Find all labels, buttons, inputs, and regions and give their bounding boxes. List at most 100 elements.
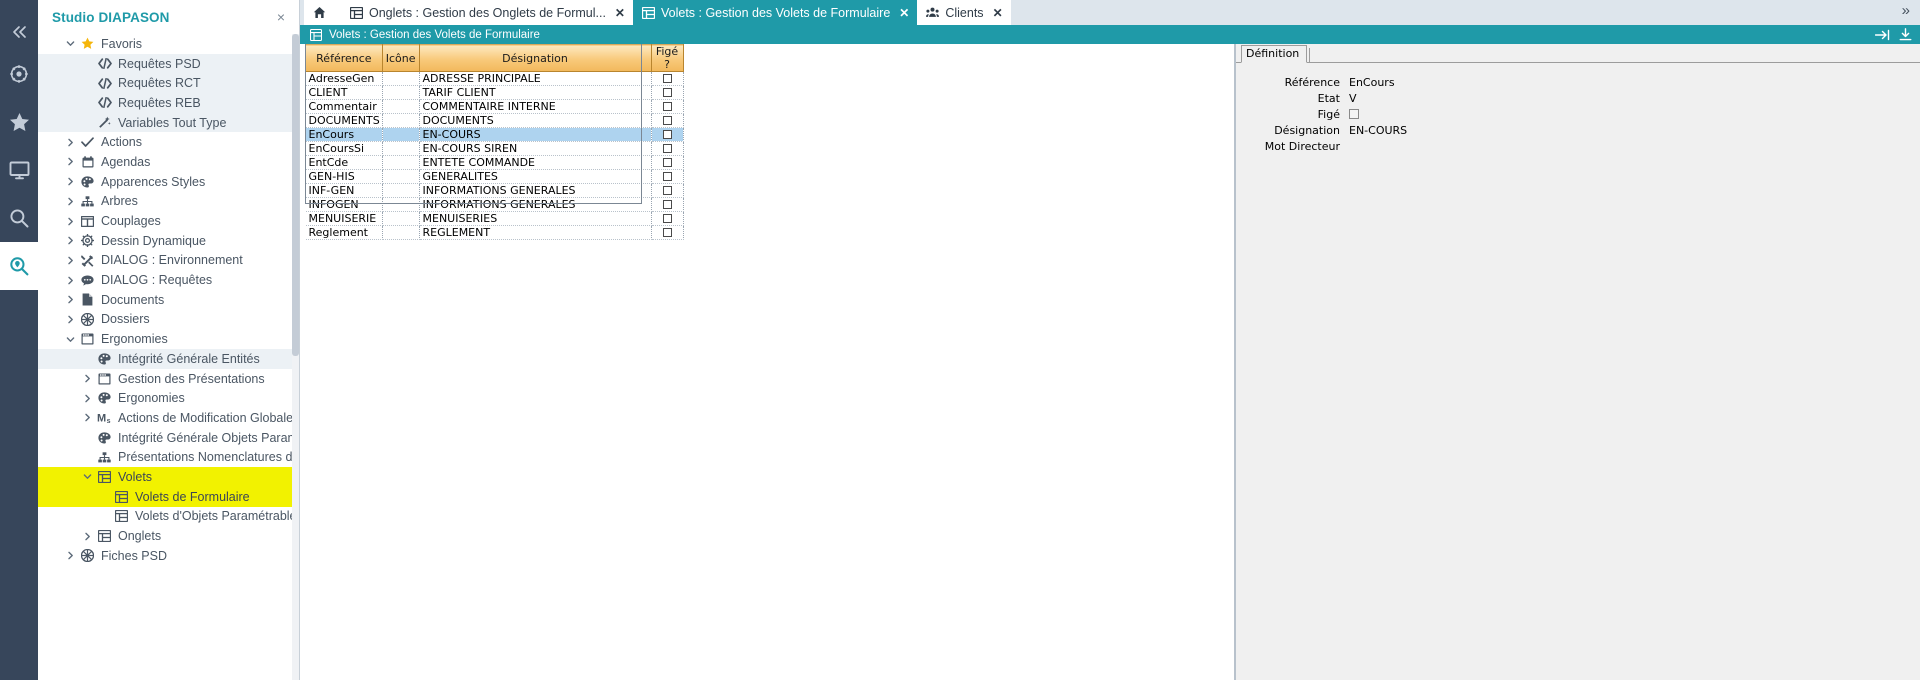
sidebar-item-favoris[interactable]: Favoris (38, 34, 299, 54)
sidebar-item-requ-tes-psd[interactable]: Requêtes PSD (38, 54, 299, 74)
fige-checkbox[interactable] (663, 228, 672, 237)
tab-volets-gestion-des-volets-de[interactable]: Volets : Gestion des Volets de Formulair… (633, 0, 917, 25)
fige-checkbox[interactable] (663, 144, 672, 153)
table-row[interactable]: DOCUMENTSDOCUMENTS (306, 114, 684, 128)
sidebar-item-gestion-des-pr-sentations[interactable]: Gestion des Présentations (38, 369, 299, 389)
chevron-down-icon[interactable] (62, 335, 78, 344)
table-row[interactable]: CLIENTTARIF CLIENT (306, 86, 684, 100)
tab-definition[interactable]: Définition (1241, 45, 1307, 63)
chevron-right-icon[interactable] (62, 276, 78, 285)
close-icon[interactable]: ✕ (899, 7, 909, 19)
chevron-right-icon[interactable] (62, 197, 78, 206)
table-row[interactable]: GEN-HISGENERALITES (306, 170, 684, 184)
sidebar-item-volets-d-objets-param-trables[interactable]: Volets d'Objets Paramétrables (38, 507, 299, 527)
chevron-right-icon[interactable] (62, 295, 78, 304)
tab-clients[interactable]: Clients✕ (917, 0, 1010, 25)
sidebar-item-volets[interactable]: Volets (38, 467, 299, 487)
sidebar-item-int-grit-g-n-rale-entit-s[interactable]: Intégrité Générale Entités (38, 349, 299, 369)
table-row[interactable]: CommentairCOMMENTAIRE INTERNE (306, 100, 684, 114)
sidebar-item-requ-tes-reb[interactable]: Requêtes REB (38, 93, 299, 113)
column-header-designation[interactable]: Désignation (419, 45, 651, 72)
field-value[interactable]: EnCours (1349, 76, 1395, 89)
sidebar-item-pr-sentations-nomenclatures-de-pointeurs[interactable]: Présentations Nomenclatures de Pointeurs (38, 447, 299, 467)
palette-icon (95, 432, 114, 444)
table-row[interactable]: ReglementREGLEMENT (306, 226, 684, 240)
chevron-right-icon[interactable] (62, 217, 78, 226)
fige-checkbox[interactable] (663, 102, 672, 111)
field-value[interactable]: EN-COURS (1349, 124, 1407, 137)
chevron-right-icon[interactable] (62, 256, 78, 265)
tab-onglets-gestion-des-onglets-[interactable]: Onglets : Gestion des Onglets de Formul.… (341, 0, 633, 25)
scrollbar-thumb[interactable] (292, 34, 299, 356)
sidebar-item-ergonomies[interactable]: Ergonomies (38, 388, 299, 408)
sidebar-item-couplages[interactable]: Couplages (38, 211, 299, 231)
fige-checkbox[interactable] (663, 186, 672, 195)
chevron-right-icon[interactable] (62, 138, 78, 147)
sidebar-scrollbar[interactable] (292, 34, 299, 680)
sidebar-item-ergonomies[interactable]: Ergonomies (38, 329, 299, 349)
search-icon[interactable] (0, 194, 38, 242)
search-pin-icon[interactable] (0, 242, 38, 290)
fige-checkbox[interactable] (663, 88, 672, 97)
star-icon[interactable] (0, 98, 38, 146)
tab-overflow-icon[interactable]: » (1902, 3, 1910, 18)
column-header-icone[interactable]: Icône (382, 45, 419, 72)
table-row[interactable]: INF-GENINFORMATIONS GENERALES (306, 184, 684, 198)
table-row[interactable]: AdresseGenADRESSE PRINCIPALE (306, 72, 684, 86)
chevron-down-icon[interactable] (79, 472, 95, 481)
sidebar-item-variables-tout-type[interactable]: Variables Tout Type (38, 113, 299, 133)
sidebar-item-apparences-styles[interactable]: Apparences Styles (38, 172, 299, 192)
cell-icone (382, 184, 419, 198)
monitor-icon[interactable] (0, 146, 38, 194)
sidebar-item-dessin-dynamique[interactable]: Dessin Dynamique (38, 231, 299, 251)
sidebar-item-arbres[interactable]: Arbres (38, 192, 299, 212)
sidebar-item-agendas[interactable]: Agendas (38, 152, 299, 172)
sidebar-item-documents[interactable]: Documents (38, 290, 299, 310)
column-header-fige[interactable]: Figé ? (651, 45, 683, 72)
sidebar-item-onglets[interactable]: Onglets (38, 526, 299, 546)
home-tab[interactable] (304, 0, 341, 25)
chevron-right-icon[interactable] (79, 413, 95, 422)
chevron-right-icon[interactable] (79, 532, 95, 541)
chevron-right-icon[interactable] (62, 177, 78, 186)
chevron-right-icon[interactable] (62, 315, 78, 324)
sidebar-item-dialog-requ-tes[interactable]: DIALOG : Requêtes (38, 270, 299, 290)
collapse-icon[interactable] (0, 14, 38, 50)
sidebar-item-actions-de-modification-globale[interactable]: MsActions de Modification Globale (38, 408, 299, 428)
sidebar-item-requ-tes-rct[interactable]: Requêtes RCT (38, 73, 299, 93)
close-icon[interactable]: ✕ (993, 7, 1003, 19)
column-header-reference[interactable]: Référence (306, 45, 383, 72)
table-row[interactable]: MENUISERIEMENUISERIES (306, 212, 684, 226)
fige-checkbox[interactable] (663, 74, 672, 83)
table-row[interactable]: INFOGENINFORMATIONS GENERALES (306, 198, 684, 212)
sidebar-item-actions[interactable]: Actions (38, 132, 299, 152)
fige-checkbox[interactable] (663, 130, 672, 139)
fige-checkbox[interactable] (663, 214, 672, 223)
fige-field-checkbox[interactable] (1349, 109, 1359, 119)
field-value[interactable]: V (1349, 92, 1357, 105)
download-icon[interactable] (1899, 28, 1912, 41)
sidebar-item-dossiers[interactable]: Dossiers (38, 310, 299, 330)
sidebar-item-fiches-psd[interactable]: Fiches PSD (38, 546, 299, 566)
fige-checkbox[interactable] (663, 172, 672, 181)
chevron-right-icon[interactable] (62, 551, 78, 560)
expand-right-icon[interactable] (1875, 29, 1890, 41)
table-row[interactable]: EntCdeENTETE COMMANDE (306, 156, 684, 170)
network-icon[interactable] (0, 50, 38, 98)
table-row[interactable]: EnCoursEN-COURS (306, 128, 684, 142)
fige-checkbox[interactable] (663, 116, 672, 125)
chevron-right-icon[interactable] (62, 157, 78, 166)
sidebar-item-int-grit-g-n-rale-objets-param-trables[interactable]: Intégrité Générale Objets Paramétrables (38, 428, 299, 448)
sidebar-item-volets-de-formulaire[interactable]: Volets de Formulaire (38, 487, 299, 507)
chevron-right-icon[interactable] (79, 394, 95, 403)
table-row[interactable]: EnCoursSiEN-COURS SIREN (306, 142, 684, 156)
close-icon[interactable]: ✕ (615, 7, 625, 19)
sidebar-item-dialog-environnement[interactable]: DIALOG : Environnement (38, 251, 299, 271)
chevron-right-icon[interactable] (62, 236, 78, 245)
chevron-down-icon[interactable] (62, 39, 78, 48)
chevron-right-icon[interactable] (79, 374, 95, 383)
close-icon[interactable]: × (273, 8, 289, 26)
fige-checkbox[interactable] (663, 200, 672, 209)
navigation-tree: FavorisRequêtes PSDRequêtes RCTRequêtes … (38, 34, 299, 566)
fige-checkbox[interactable] (663, 158, 672, 167)
